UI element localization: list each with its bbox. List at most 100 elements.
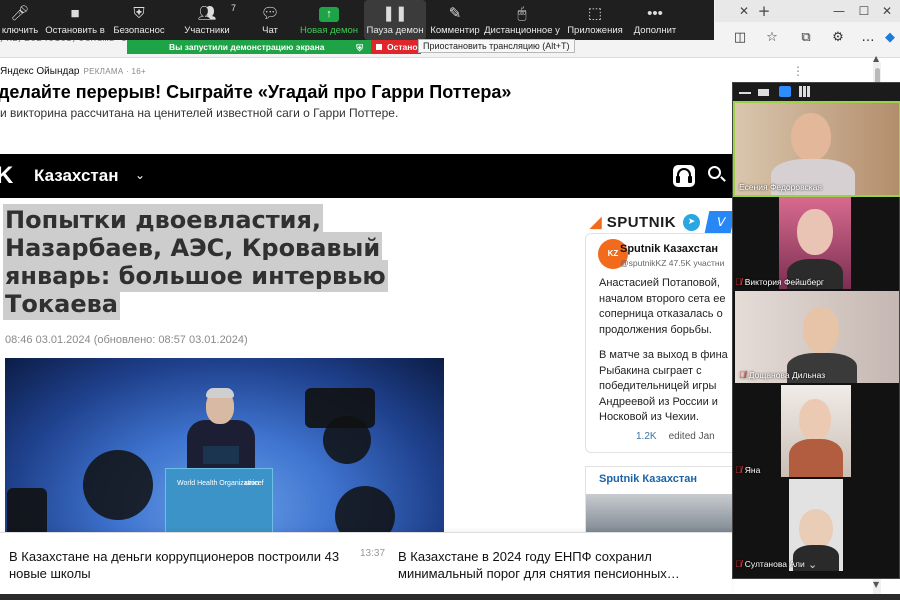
news-link[interactable]: В Казахстане на деньги коррупционеров по… bbox=[9, 548, 349, 582]
toolbar-more-button[interactable]: ••• Дополнит bbox=[630, 0, 680, 40]
participant-name: 🎙̸ Султанова Али bbox=[735, 559, 805, 569]
mic-muted-icon: 🎙̸ bbox=[735, 465, 742, 475]
gallery-scroll-down-icon[interactable]: ⌄ bbox=[808, 558, 817, 571]
toolbar-unmute-button[interactable]: 🎤︎ ключить bbox=[0, 0, 40, 40]
post-text-line: Андреевой из России и bbox=[599, 395, 718, 408]
podium-logo-unicef: unicef bbox=[245, 480, 264, 487]
toolbar-pause-share-button[interactable]: ❚❚ Пауза демон bbox=[364, 0, 426, 40]
camera-silhouette bbox=[7, 488, 47, 533]
post-text-line: победительницей игры bbox=[599, 380, 717, 392]
channel-name[interactable]: Sputnik Казахстан bbox=[620, 243, 718, 255]
microphone-icon: 🎤︎ bbox=[10, 5, 30, 22]
ad-title[interactable]: делайте перерыв! Сыграйте «Угадай про Га… bbox=[0, 82, 511, 103]
participant-count: 7 bbox=[230, 3, 236, 13]
participant-tile[interactable] bbox=[779, 197, 851, 289]
article-date: 08:46 03.01.2024 (обновлено: 08:57 03.01… bbox=[5, 334, 248, 346]
telegram-icon[interactable]: ➤ bbox=[683, 214, 700, 231]
share-arrow-icon: ↑ bbox=[319, 7, 339, 22]
article-title: Попытки двоевластия, Назарбаев, АЭС, Кро… bbox=[5, 206, 405, 318]
split-screen-icon[interactable]: ◫ bbox=[732, 30, 748, 46]
toolbar-label: Безопаснос bbox=[113, 25, 165, 36]
headphones-icon[interactable] bbox=[673, 165, 695, 187]
region-selector[interactable]: Казахстан bbox=[34, 166, 118, 186]
pause-icon: ❚❚ bbox=[382, 5, 408, 22]
participant-name-text: Виктория Фейшберг bbox=[744, 277, 825, 287]
channel-handle: @sputnikKZ 47.5K участни bbox=[620, 258, 725, 268]
participant-name: 🎙̸ Дощанова Дильназ bbox=[739, 370, 825, 380]
apps-icon: ⬚ bbox=[587, 5, 603, 22]
scroll-up-icon[interactable]: ▲ bbox=[873, 54, 879, 63]
tab-close-icon[interactable]: ✕ bbox=[735, 4, 753, 18]
participant-face bbox=[799, 399, 831, 441]
minimize-gallery-icon[interactable] bbox=[739, 92, 751, 94]
sputnik-logo[interactable]: ◢ SPUTNIK bbox=[590, 213, 676, 231]
post-views: 1.2K bbox=[636, 431, 657, 442]
ad-menu-icon[interactable]: ⋮ bbox=[792, 64, 804, 78]
article-photo[interactable]: World Health Organization unicef bbox=[5, 358, 444, 533]
participant-face bbox=[803, 307, 839, 353]
sharing-banner-text: Вы запустили демонстрацию экрана bbox=[169, 42, 325, 52]
toolbar-chat-button[interactable]: 💬︎ Чат bbox=[246, 0, 294, 40]
camera-silhouette bbox=[83, 450, 153, 520]
participant-tile[interactable]: Есения Федоровская bbox=[733, 101, 900, 197]
copilot-icon[interactable]: ◆ bbox=[882, 30, 898, 46]
toolbar-annotate-button[interactable]: ✎ Комментир bbox=[426, 0, 484, 40]
toolbar-remote-control-button[interactable]: 🖱︎ Дистанционное у bbox=[484, 0, 560, 40]
more-browser-icon[interactable]: … bbox=[860, 30, 876, 46]
participant-face bbox=[791, 113, 831, 161]
toolbar-security-button[interactable]: ⛨ Безопаснос bbox=[110, 0, 168, 40]
ad-description: и викторина рассчитана на ценителей изве… bbox=[0, 106, 399, 120]
toolbar-label: Новая демон bbox=[299, 25, 359, 36]
chevron-down-icon[interactable]: ⌄ bbox=[135, 168, 145, 182]
window-close-icon[interactable]: ✕ bbox=[878, 4, 896, 18]
active-speaker-icon[interactable] bbox=[758, 89, 769, 96]
extensions-icon[interactable]: ⚙ bbox=[830, 30, 846, 46]
minimize-icon[interactable]: — bbox=[830, 4, 848, 18]
toolbar-participants-button[interactable]: 👥︎ Участники 7 bbox=[168, 0, 246, 40]
mic-muted-icon: 🎙̸ bbox=[739, 370, 746, 380]
article-title-line: Попытки двоевластия, bbox=[5, 206, 322, 234]
article-title-line: Назарбаев, АЭС, Кровавый bbox=[5, 234, 381, 262]
strip-view-icon[interactable] bbox=[779, 86, 791, 97]
sputnik-arrow-icon: ◢ bbox=[590, 214, 603, 231]
article-title-line: январь: большое интервью bbox=[5, 262, 386, 290]
participant-name: Есения Федоровская bbox=[739, 182, 822, 192]
chat-icon: 💬︎ bbox=[260, 5, 280, 22]
toolbar-new-share-button[interactable]: ↑ Новая демон bbox=[294, 0, 364, 40]
ad-source-name: Яндекс Ойындар bbox=[0, 66, 80, 77]
podium bbox=[165, 468, 273, 533]
post-text-line bbox=[599, 338, 733, 348]
toolbar-stop-video-button[interactable]: ■ Остановить в bbox=[40, 0, 110, 40]
toolbar-apps-button[interactable]: ⬚ Приложения bbox=[560, 0, 630, 40]
participant-face bbox=[797, 209, 833, 255]
toolbar-label: Остановить в bbox=[45, 25, 105, 36]
collections-icon[interactable]: ⧉ bbox=[798, 30, 814, 46]
new-tab-button[interactable]: + bbox=[755, 4, 773, 19]
post-text: Анастасией Потаповой, началом второго сет… bbox=[599, 276, 733, 426]
post-meta: 1.2K edited Jan bbox=[636, 431, 715, 442]
post-text-line: В матче за выход в фина bbox=[599, 349, 728, 361]
mic-muted-icon: 🎙̸ bbox=[735, 277, 742, 287]
search-icon[interactable] bbox=[708, 166, 721, 179]
grid-view-icon[interactable] bbox=[799, 86, 811, 97]
ad-source[interactable]: Яндекс Ойындар РЕКЛАМА · 16+ bbox=[0, 66, 146, 77]
zoom-toolbar: 🎤︎ ключить ■ Остановить в ⛨ Безопаснос 👥︎ Участ… bbox=[0, 0, 714, 40]
sputnik-card-image[interactable] bbox=[586, 494, 733, 534]
scroll-down-icon[interactable]: ▼ bbox=[873, 580, 879, 589]
speaker-hair bbox=[206, 388, 234, 398]
toolbar-label: Приложения bbox=[567, 25, 623, 36]
participants-icon: 👥︎ bbox=[197, 5, 217, 22]
favorites-icon[interactable]: ☆ bbox=[764, 30, 780, 46]
stop-share-button[interactable]: Остано bbox=[371, 40, 421, 54]
tab-strip: ✕ + — ☐ ✕ bbox=[715, 0, 900, 22]
participant-name-text: Яна bbox=[744, 465, 761, 475]
maximize-icon[interactable]: ☐ bbox=[855, 4, 873, 18]
sputnik-card-title[interactable]: Sputnik Казахстан bbox=[599, 473, 697, 485]
news-link[interactable]: В Казахстане в 2024 году ЕНПФ сохранил м… bbox=[398, 548, 728, 582]
participant-name: 🎙̸ Яна bbox=[735, 465, 760, 475]
site-logo[interactable]: K bbox=[0, 162, 13, 190]
ad-tag: РЕКЛАМА · 16+ bbox=[83, 67, 146, 76]
vk-tab[interactable]: V bbox=[704, 211, 736, 233]
participant-tile[interactable] bbox=[781, 385, 851, 477]
participant-tile[interactable]: 🎙̸ Дощанова Дильназ bbox=[735, 291, 899, 383]
